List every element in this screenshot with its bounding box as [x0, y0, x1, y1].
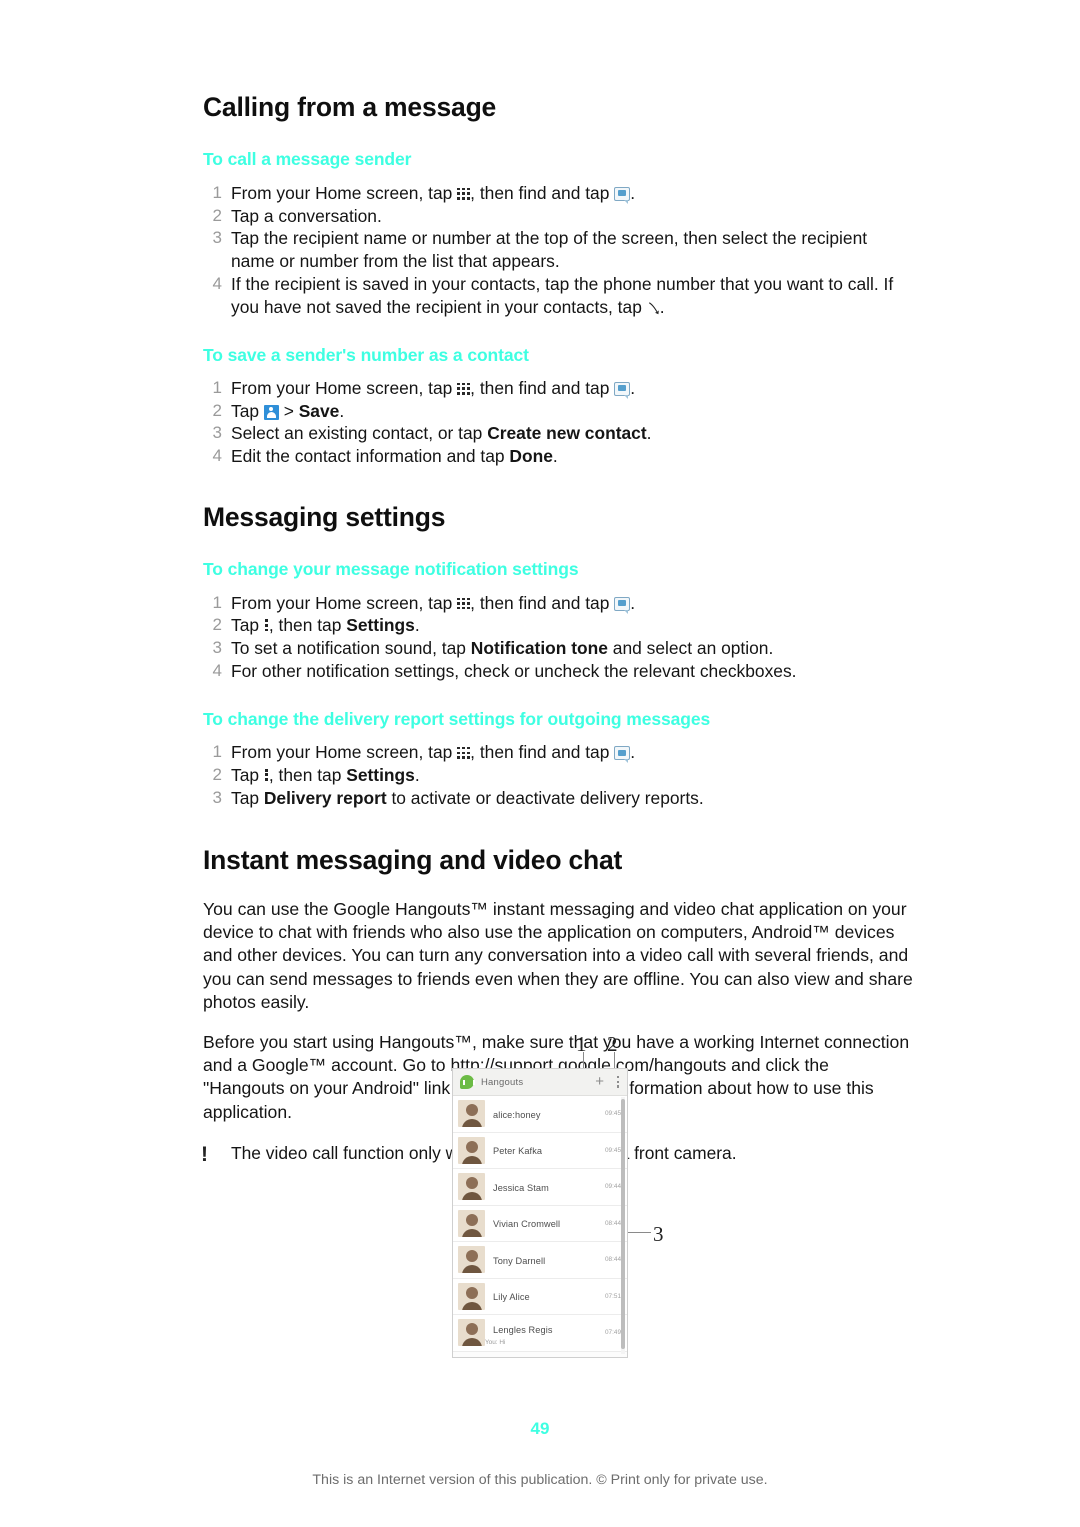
step-item: Tap , then tap Settings. [200, 614, 420, 636]
section-title-messaging-settings: Messaging settings [203, 501, 446, 532]
step-item: Tap the recipient name or number at the … [200, 227, 868, 272]
contact-name: Lily Alice [493, 1292, 530, 1303]
steps-to-save-a-senders-number-as-a-contact: From your Home screen, tap , then find a… [200, 377, 913, 468]
list-item[interactable]: Peter Kafka 09:45 [453, 1132, 627, 1169]
step-item: To set a notification sound, tap Notific… [200, 637, 774, 659]
messaging-app-icon [614, 746, 631, 764]
contact-name: Vivian Cromwell [493, 1219, 561, 1230]
app-drawer-icon [457, 597, 470, 610]
step-item: Tap > Save. [200, 400, 345, 422]
steps-to-change-message-notification-settings: From your Home screen, tap , then find a… [200, 592, 913, 683]
phone-handset-icon [647, 298, 660, 314]
hangouts-app-bar: Hangouts + [453, 1069, 627, 1096]
contact-name-wrap: Jessica Stam [485, 1178, 549, 1196]
exclamation-icon: ! [201, 1142, 208, 1166]
page-number: 49 [530, 1419, 550, 1438]
callout-3: 3 [653, 1222, 664, 1246]
timestamp: 08:44 [605, 1256, 621, 1264]
messaging-app-icon [614, 381, 631, 399]
avatar [458, 1246, 485, 1274]
app-drawer-icon [457, 187, 470, 200]
procedure-heading-to-change-delivery-report-settings: To change the delivery report settings f… [203, 708, 711, 729]
avatar [458, 1100, 485, 1128]
hangouts-logo-icon [460, 1075, 475, 1089]
contact-person-icon [263, 404, 279, 420]
hangouts-app-title: Hangouts [481, 1076, 524, 1088]
step-item: Tap a conversation. [200, 205, 382, 227]
contact-name-wrap: Vivian Cromwell [485, 1214, 560, 1232]
list-item[interactable]: Vivian Cromwell 08:44 [453, 1205, 627, 1242]
step-item: For other notification settings, check o… [200, 660, 797, 682]
avatar [458, 1136, 485, 1164]
step-item: From your Home screen, tap , then find a… [200, 377, 636, 399]
step-item: From your Home screen, tap , then find a… [200, 741, 636, 764]
timestamp: 07:51 [605, 1292, 621, 1300]
list-item[interactable]: Lily Alice 07:51 [453, 1278, 627, 1315]
manual-page: Calling from a message To call a message… [0, 0, 1080, 1527]
steps-to-change-delivery-report-settings: From your Home screen, tap , then find a… [200, 741, 913, 809]
contact-name-wrap: Lily Alice [485, 1287, 530, 1305]
step-item: Edit the contact information and tap Don… [200, 445, 558, 467]
overflow-menu-icon [264, 619, 269, 633]
step-item: Select an existing contact, or tap Creat… [200, 422, 652, 444]
step-item: From your Home screen, tap , then find a… [200, 182, 636, 204]
overflow-menu-icon[interactable] [617, 1076, 620, 1088]
scrollbar-thumb[interactable] [621, 1099, 625, 1349]
messaging-app-icon [614, 186, 631, 204]
contact-name: Lengles Regis [493, 1324, 553, 1335]
procedure-heading-to-save-a-senders-number-as-a-contact: To save a sender's number as a contact [203, 344, 529, 365]
callout-2: 2 [607, 1032, 618, 1056]
contact-name: Tony Darnell [493, 1255, 546, 1266]
step-item: If the recipient is saved in your contac… [200, 273, 894, 317]
contact-name-wrap: Peter Kafka [485, 1141, 542, 1159]
list-item[interactable]: Jessica Stam 09:44 [453, 1169, 627, 1206]
section-title-calling-from-a-message: Calling from a message [203, 92, 497, 122]
step-item: Tap Delivery report to activate or deact… [200, 787, 704, 809]
hangouts-app-screenshot: Hangouts + alice:honey 09:45 Peter Kafka… [452, 1068, 628, 1358]
footer-copyright: This is an Internet version of this publ… [312, 1472, 768, 1488]
procedure-heading-to-change-your-message-notification-settings: To change your message notification sett… [203, 559, 579, 580]
avatar [458, 1209, 485, 1237]
timestamp: 09:45 [605, 1146, 621, 1154]
contact-name: alice:honey [493, 1109, 541, 1120]
messaging-app-icon [614, 596, 631, 614]
avatar [458, 1319, 485, 1347]
overflow-menu-icon [264, 768, 269, 783]
add-conversation-button[interactable]: + [595, 1074, 604, 1091]
step-item: Tap , then tap Settings. [200, 764, 420, 786]
contact-name: Peter Kafka [493, 1146, 543, 1157]
contact-name-wrap: Tony Darnell [485, 1251, 545, 1269]
last-message-preview: You: Hi [485, 1338, 506, 1346]
page-content: Calling from a message To call a message… [200, 92, 913, 1166]
list-item[interactable]: Tony Darnell 08:44 [453, 1242, 627, 1279]
paragraph-hangouts-intro: You can use the Google Hangouts™ instant… [203, 898, 913, 1012]
avatar [458, 1282, 485, 1310]
timestamp: 08:44 [605, 1219, 621, 1227]
procedure-heading-to-call-a-message-sender: To call a message sender [203, 149, 412, 170]
contact-name-wrap: Lengles Regis You: Hi [485, 1320, 553, 1346]
callout-1: 1 [576, 1032, 587, 1056]
section-title-instant-messaging-and-video-chat: Instant messaging and video chat [203, 845, 623, 876]
list-item[interactable]: Lengles Regis You: Hi 07:49 [453, 1315, 627, 1352]
avatar [458, 1173, 485, 1201]
contact-name-wrap: alice:honey [485, 1105, 541, 1123]
timestamp: 09:45 [605, 1110, 621, 1118]
list-item[interactable]: alice:honey 09:45 [453, 1096, 627, 1133]
contact-name: Jessica Stam [493, 1182, 549, 1193]
step-item: From your Home screen, tap , then find a… [200, 592, 636, 614]
timestamp: 09:44 [605, 1183, 621, 1191]
timestamp: 07:49 [605, 1329, 621, 1337]
app-drawer-icon [457, 747, 470, 759]
conversation-list[interactable]: alice:honey 09:45 Peter Kafka 09:45 Jess… [453, 1096, 627, 1352]
steps-to-call-a-message-sender: From your Home screen, tap , then find a… [200, 182, 913, 319]
app-drawer-icon [457, 382, 470, 395]
